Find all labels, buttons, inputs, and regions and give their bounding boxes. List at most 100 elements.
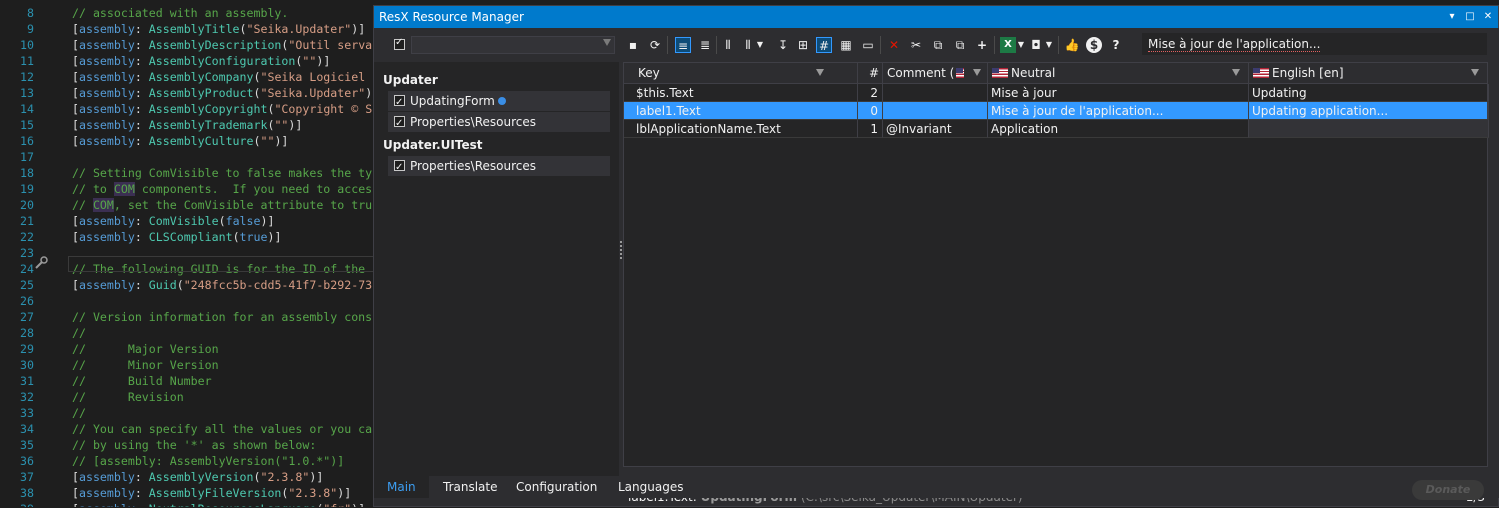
- line-number: 34: [20, 422, 34, 436]
- comment-icon[interactable]: ▭: [860, 37, 876, 53]
- add-icon[interactable]: +: [974, 37, 990, 53]
- cell-count[interactable]: 1: [858, 120, 883, 138]
- line-number: 36: [20, 454, 34, 468]
- align-text-icon[interactable]: ≣: [697, 37, 713, 53]
- code-token: )]: [316, 54, 331, 68]
- save-icon[interactable]: ▪: [625, 37, 641, 53]
- modified-indicator-icon: [498, 97, 506, 105]
- cell-comment[interactable]: [883, 102, 988, 120]
- cell-comment[interactable]: [883, 84, 988, 102]
- filter-icon[interactable]: [1232, 69, 1240, 76]
- paste-icon[interactable]: ⧉: [952, 37, 968, 53]
- tree-item-checkbox[interactable]: [394, 93, 405, 113]
- language-columns-icon[interactable]: ⦀: [740, 37, 756, 53]
- help-icon[interactable]: ?: [1108, 37, 1124, 53]
- excel-icon[interactable]: X: [1000, 37, 1016, 53]
- code-token: assembly: [78, 54, 135, 68]
- table-row[interactable]: label1.Text 0 Mise à jour de l'application…: [624, 102, 1489, 120]
- chevron-down-icon[interactable]: ▼: [755, 37, 765, 53]
- close-icon[interactable]: ✕: [1482, 11, 1494, 23]
- code-token: :: [134, 486, 149, 500]
- donate-button[interactable]: Donate: [1412, 480, 1484, 500]
- cell-key[interactable]: label1.Text: [624, 102, 858, 120]
- tab-languages[interactable]: Languages: [605, 476, 696, 498]
- tab-main[interactable]: Main: [374, 476, 429, 498]
- maximize-icon[interactable]: □: [1464, 11, 1476, 23]
- cell-edit-input[interactable]: Mise à jour de l'application...: [1142, 33, 1487, 55]
- cell-english[interactable]: [1249, 120, 1489, 138]
- code-text: // Revision: [72, 389, 184, 405]
- select-all-checkbox[interactable]: [394, 37, 405, 50]
- tree-item-label: Properties\Resources: [410, 159, 536, 173]
- current-line-highlight: [68, 256, 375, 272]
- chevron-down-icon[interactable]: ▼: [1044, 37, 1054, 53]
- column-header-count[interactable]: #: [858, 63, 883, 83]
- code-token: "fr": [323, 502, 351, 507]
- tab-translate[interactable]: Translate: [430, 476, 511, 498]
- table-row[interactable]: $this.Text 2 Mise à jour Updating: [624, 84, 1489, 102]
- cell-neutral[interactable]: Mise à jour de l'application...: [988, 102, 1249, 120]
- column-header-key[interactable]: Key: [624, 63, 858, 83]
- code-token: )]: [288, 118, 303, 132]
- filter-icon[interactable]: [973, 69, 981, 76]
- cell-english[interactable]: Updating application...: [1249, 102, 1489, 120]
- code-token: [: [72, 54, 79, 68]
- line-number: 10: [20, 38, 34, 52]
- code-token: AssemblyTrademark: [148, 118, 268, 132]
- quick-action-icon[interactable]: [33, 255, 49, 271]
- column-header-neutral[interactable]: Neutral: [988, 63, 1249, 83]
- tree-item-checkbox[interactable]: [394, 114, 405, 134]
- tree-item-updatingform[interactable]: UpdatingForm: [388, 91, 610, 113]
- code-token: COM: [92, 198, 114, 212]
- copy-icon[interactable]: ⧉: [930, 37, 946, 53]
- grid-view-icon[interactable]: ▦: [838, 37, 854, 53]
- cell-neutral[interactable]: Application: [988, 120, 1249, 138]
- tree-item-checkbox[interactable]: [394, 158, 405, 178]
- cell-english[interactable]: Updating: [1249, 84, 1489, 102]
- chevron-down-icon[interactable]: ▼: [1016, 37, 1026, 53]
- column-header-english[interactable]: English [en]: [1249, 63, 1489, 83]
- tree-item-uitest-properties-resources[interactable]: Properties\Resources: [388, 156, 610, 178]
- tree-item-properties-resources[interactable]: Properties\Resources: [388, 112, 610, 134]
- filter-icon[interactable]: [816, 69, 824, 76]
- cell-count[interactable]: 0: [858, 102, 883, 120]
- tab-configuration[interactable]: Configuration: [503, 476, 610, 498]
- code-token: // Major Version: [72, 342, 219, 356]
- code-token: [: [72, 486, 79, 500]
- cell-key[interactable]: lblApplicationName.Text: [624, 120, 858, 138]
- column-header-comment[interactable]: Comment (: [883, 63, 988, 83]
- cell-count[interactable]: 2: [858, 84, 883, 102]
- cell-key[interactable]: $this.Text: [624, 84, 858, 102]
- code-token: // Version information for an assembly c…: [72, 310, 373, 324]
- show-count-icon[interactable]: #: [816, 37, 832, 53]
- tree-group-updater-uitest[interactable]: Updater.UITest: [383, 138, 482, 152]
- code-editor[interactable]: 8// associated with an assembly. 9 [assemb…: [0, 0, 375, 507]
- like-icon[interactable]: 👍: [1064, 37, 1080, 53]
- hierarchy-icon[interactable]: ⊞: [795, 37, 811, 53]
- code-text: [assembly: NeutralResourcesLanguage("fr"…: [72, 501, 365, 507]
- table-row[interactable]: lblApplicationName.Text 1 @Invariant Applic…: [624, 120, 1489, 138]
- code-token: [: [72, 278, 79, 292]
- code-token: [: [72, 502, 79, 507]
- dropdown-icon[interactable]: ▾: [1446, 11, 1458, 23]
- tree-filter-input[interactable]: [411, 36, 615, 54]
- cell-neutral[interactable]: Mise à jour: [988, 84, 1249, 102]
- refresh-icon[interactable]: ⟳: [647, 37, 663, 53]
- line-number: 21: [20, 214, 34, 228]
- code-text: [assembly: CLSCompliant(true)]: [72, 229, 281, 245]
- code-text: [assembly: AssemblyConfiguration("")]: [72, 53, 330, 69]
- wrap-lines-icon[interactable]: ≡: [675, 37, 691, 53]
- code-token: assembly: [78, 102, 135, 116]
- cell-comment[interactable]: @Invariant: [883, 120, 988, 138]
- filter-icon[interactable]: [1471, 69, 1479, 76]
- delete-icon[interactable]: ✕: [886, 37, 902, 53]
- code-token: [: [72, 70, 79, 84]
- cut-icon[interactable]: ✂: [908, 37, 924, 53]
- tree-group-updater[interactable]: Updater: [383, 73, 438, 87]
- line-number: 25: [20, 278, 34, 292]
- column-view-icon[interactable]: ⦀: [720, 37, 736, 53]
- snapshot-icon[interactable]: ◘: [1028, 37, 1044, 53]
- sort-icon[interactable]: ↧: [775, 37, 791, 53]
- donate-dollar-icon[interactable]: $: [1086, 37, 1102, 53]
- code-token: AssemblyDescription: [148, 38, 282, 52]
